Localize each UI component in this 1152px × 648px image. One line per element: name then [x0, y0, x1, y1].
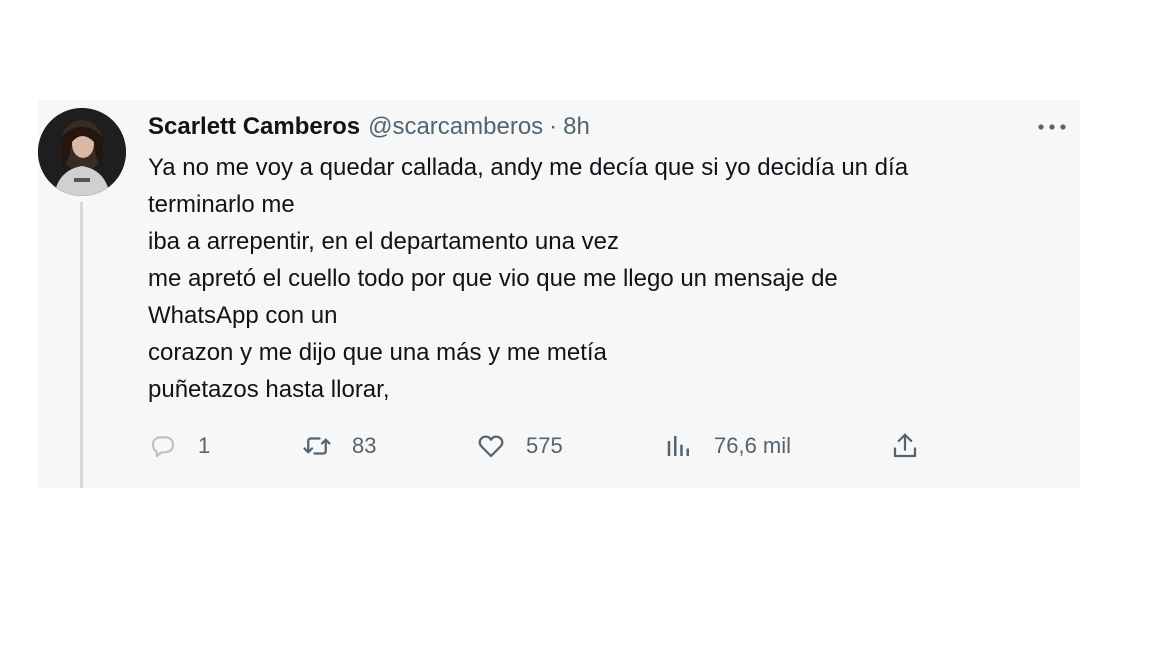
avatar[interactable]: [38, 108, 126, 196]
tweet-line: puñetazos hasta llorar,: [148, 376, 390, 403]
tweet-line: terminarlo me: [148, 191, 295, 218]
tweet-actions: 1 83 575 76,6 mil: [148, 426, 1048, 466]
tweet-line: WhatsApp con un: [148, 302, 338, 329]
tweet-text: Ya no me voy a quedar callada, andy me d…: [148, 149, 1048, 408]
share-button[interactable]: [890, 426, 920, 466]
profile-photo: [38, 108, 126, 196]
more-dots-icon: [1038, 124, 1066, 130]
tweet-line: iba a arrepentir, en el departamento una…: [148, 228, 619, 255]
like-button[interactable]: 575: [476, 426, 563, 466]
views-icon: [667, 436, 689, 456]
tweet-line: me apretó el cuello todo por que vio que…: [148, 265, 838, 292]
retweet-button[interactable]: 83: [302, 426, 376, 466]
reply-button[interactable]: 1: [148, 426, 210, 466]
tweet-line: corazon y me dijo que una más y me metía: [148, 339, 607, 366]
page: Scarlett Camberos @scarcamberos · 8h Ya …: [0, 0, 1152, 648]
reply-icon: [151, 436, 175, 458]
thread-line: [80, 202, 83, 488]
user-handle[interactable]: @scarcamberos: [368, 113, 543, 141]
retweet-count: 83: [352, 433, 377, 458]
tweet-line: Ya no me voy a quedar callada, andy me d…: [148, 154, 909, 181]
separator-dot: ·: [549, 113, 558, 140]
views-count: 76,6 mil: [714, 433, 792, 458]
like-count: 575: [526, 433, 563, 458]
timestamp[interactable]: 8h: [563, 113, 590, 141]
tweet-card[interactable]: Scarlett Camberos @scarcamberos · 8h Ya …: [38, 100, 1080, 488]
share-icon: [893, 433, 917, 458]
more-options-button[interactable]: [1032, 112, 1072, 142]
like-icon: [478, 435, 504, 458]
display-name[interactable]: Scarlett Camberos: [148, 113, 360, 141]
reply-count: 1: [198, 433, 211, 458]
views-button[interactable]: 76,6 mil: [664, 426, 791, 466]
tweet-header: Scarlett Camberos @scarcamberos · 8h: [148, 112, 590, 142]
retweet-icon: [303, 437, 331, 455]
